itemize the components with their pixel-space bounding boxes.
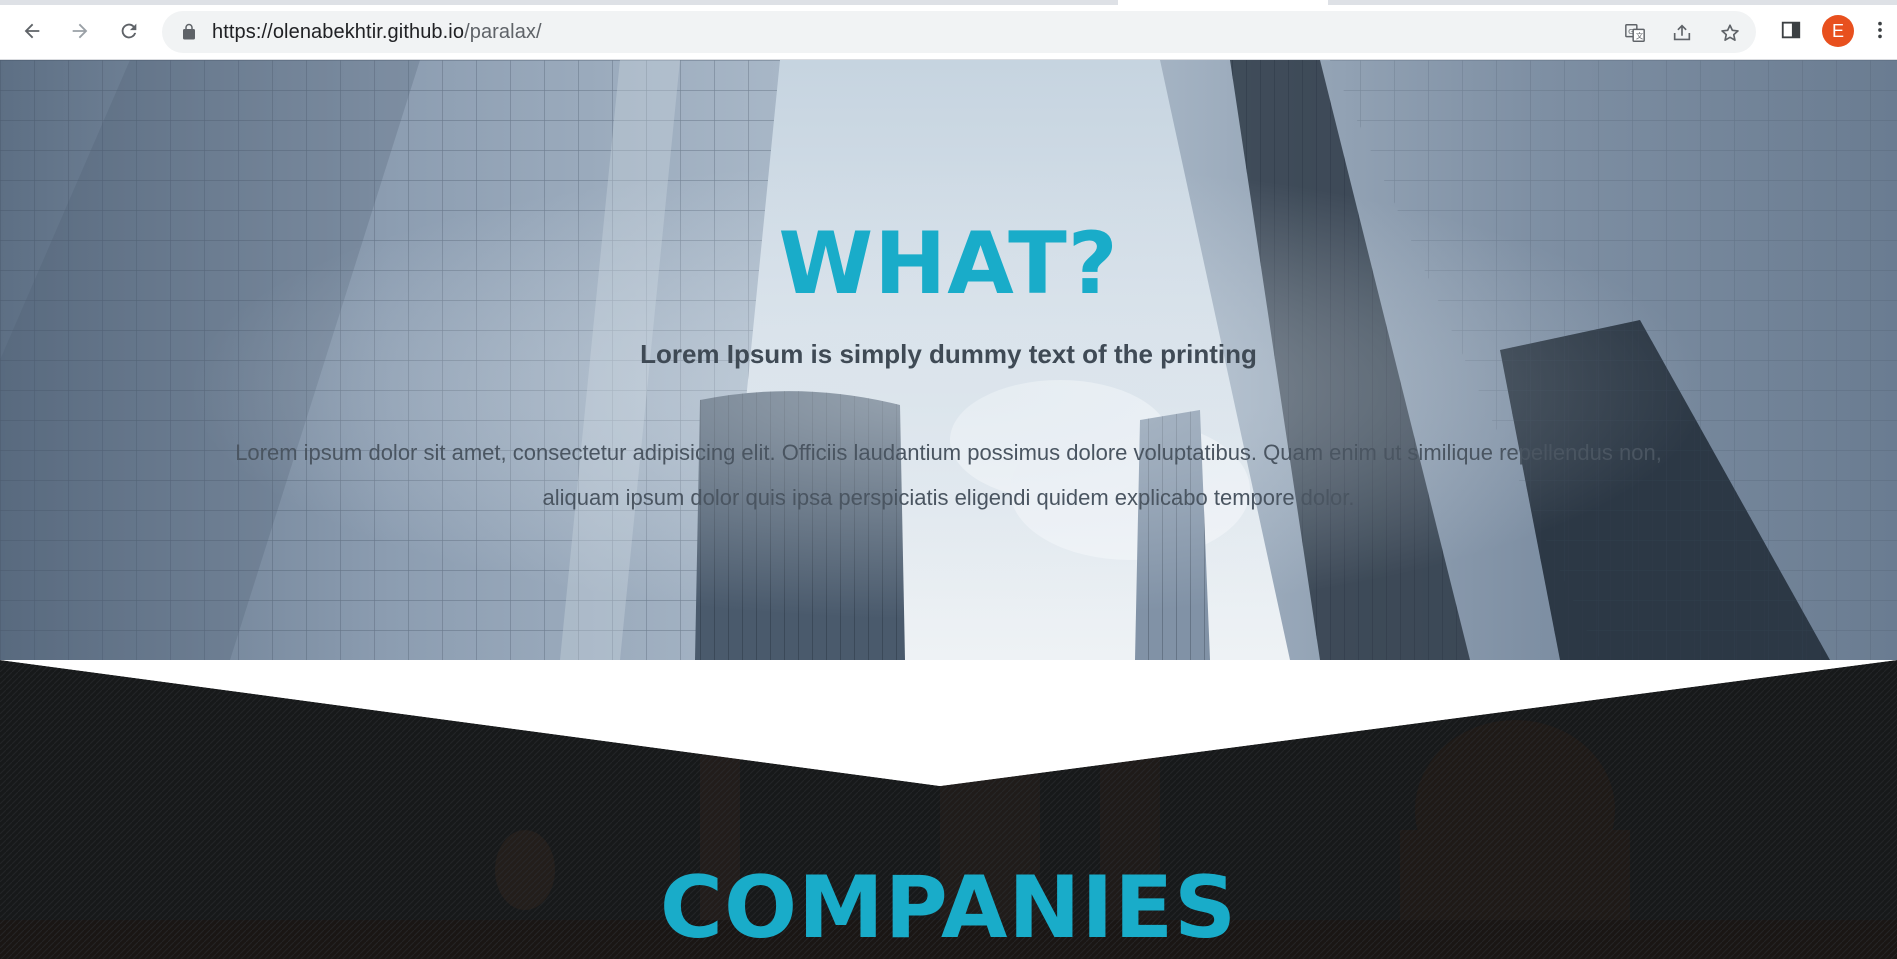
browser-toolbar: https://olenabekhtir.github.io/paralax/ … bbox=[0, 0, 1897, 60]
share-icon bbox=[1673, 24, 1691, 41]
profile-initial: E bbox=[1831, 21, 1844, 41]
active-tab[interactable] bbox=[1118, 0, 1328, 5]
svg-text:G: G bbox=[1628, 27, 1634, 36]
url-text: https://olenabekhtir.github.io/paralax/ bbox=[212, 21, 542, 43]
share-button[interactable] bbox=[1668, 19, 1696, 47]
forward-arrow-icon bbox=[72, 23, 88, 39]
star-icon bbox=[1721, 24, 1739, 41]
hero-body-text: Lorem ipsum dolor sit amet, consectetur … bbox=[235, 440, 1662, 510]
tab-strip bbox=[0, 0, 1897, 5]
forward-button[interactable] bbox=[62, 13, 98, 49]
svg-text:文: 文 bbox=[1636, 32, 1644, 41]
hero-title: WHAT? bbox=[778, 214, 1119, 314]
side-panel-button[interactable] bbox=[1776, 15, 1806, 45]
back-arrow-icon bbox=[24, 23, 40, 39]
back-button[interactable] bbox=[14, 13, 50, 49]
translate-icon: G文 bbox=[1625, 24, 1645, 42]
side-panel-icon bbox=[1781, 21, 1801, 39]
more-vert-icon bbox=[1878, 21, 1882, 39]
hero-section: WHAT? Lorem Ipsum is simply dummy text o… bbox=[0, 60, 1897, 660]
url-path: /paralax/ bbox=[464, 21, 542, 43]
menu-button[interactable] bbox=[1870, 15, 1890, 45]
url-host: https://olenabekhtir.github.io bbox=[212, 21, 465, 43]
profile-avatar[interactable]: E bbox=[1822, 15, 1854, 47]
reload-button[interactable] bbox=[111, 13, 147, 49]
hero-subtitle: Lorem Ipsum is simply dummy text of the … bbox=[640, 339, 1257, 369]
translate-button[interactable]: G文 bbox=[1621, 19, 1649, 47]
companies-title: COMPANIES bbox=[659, 858, 1238, 958]
companies-section: COMPANIES bbox=[0, 660, 1897, 959]
lock-icon bbox=[183, 23, 195, 40]
reload-icon bbox=[121, 23, 137, 39]
bookmark-button[interactable] bbox=[1716, 19, 1744, 47]
address-bar[interactable]: https://olenabekhtir.github.io/paralax/ … bbox=[162, 11, 1756, 53]
